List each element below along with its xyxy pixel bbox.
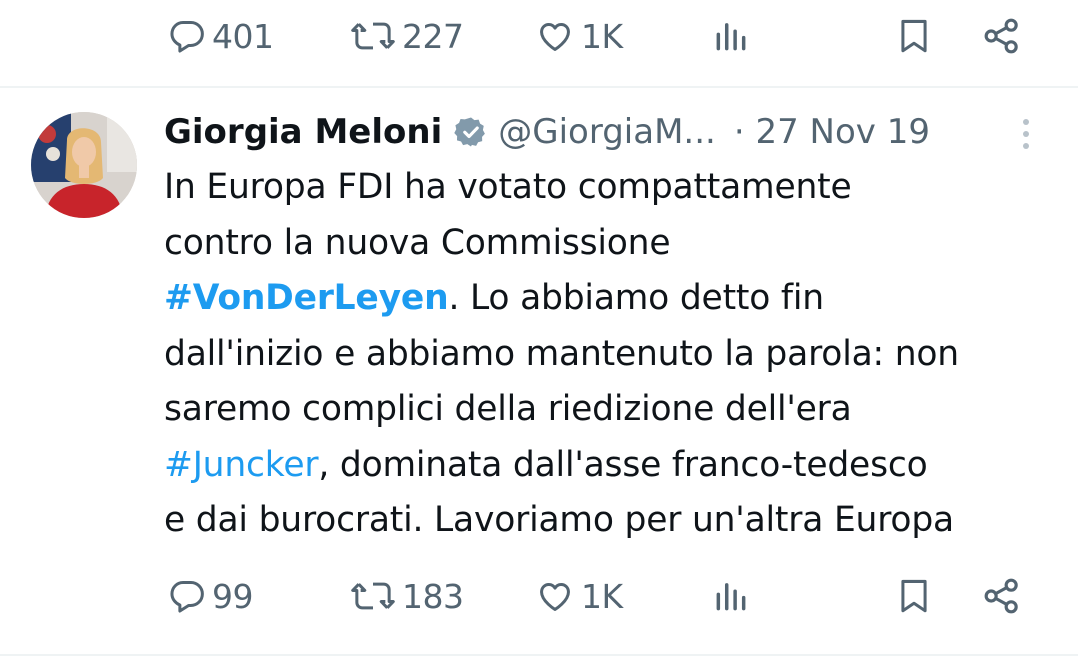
views-button[interactable] — [712, 566, 750, 626]
bookmark-button[interactable] — [895, 6, 933, 66]
analytics-icon — [716, 23, 746, 51]
verified-badge-icon — [454, 117, 486, 147]
tweet-text-line: e dai burocrati. Lavoriamo per un'altra … — [164, 500, 954, 540]
tweet-divider — [0, 654, 1078, 656]
heart-icon — [540, 582, 570, 611]
retweet-button[interactable]: 227 — [350, 6, 464, 66]
share-icon — [984, 578, 1018, 614]
tweet-header: Giorgia Meloni @GiorgiaM... · 27 Nov 19 — [164, 108, 1044, 156]
bookmark-button[interactable] — [895, 566, 933, 626]
reply-count: 99 — [212, 576, 254, 616]
heart-icon — [540, 22, 570, 51]
prev-tweet-action-bar: 401 227 1K — [0, 6, 1078, 66]
tweet-text: In Europa FDI ha votato compattamente co… — [164, 160, 1064, 549]
tweet-text-line: dall'inizio e abbiamo mantenuto la parol… — [164, 333, 959, 374]
avatar[interactable] — [31, 112, 137, 218]
reply-button[interactable]: 401 — [168, 6, 274, 66]
retweet-icon — [351, 582, 395, 610]
tweet-text-line: In Europa FDI ha votato compattamente — [164, 167, 852, 207]
like-count: 1K — [581, 576, 623, 616]
like-button[interactable]: 1K — [535, 6, 623, 66]
share-icon — [984, 18, 1018, 54]
tweet-text-segment: . Lo abbiamo detto fin — [448, 278, 824, 318]
retweet-icon — [351, 22, 395, 50]
tweet-date[interactable]: · 27 Nov 19 — [734, 112, 930, 152]
retweet-count: 227 — [402, 16, 464, 56]
tweet-text-line: saremo complici della riedizione dell'er… — [164, 389, 852, 429]
tweet-text-line: contro la nuova Commissione — [164, 222, 671, 263]
more-button[interactable] — [1014, 114, 1038, 154]
bookmark-icon — [901, 19, 927, 53]
author-handle[interactable]: @GiorgiaM... — [498, 112, 716, 152]
avatar-image — [31, 112, 137, 218]
reply-icon — [170, 581, 204, 613]
reply-count: 401 — [212, 16, 274, 56]
verified-badge — [454, 115, 488, 149]
more-icon — [1023, 119, 1029, 149]
tweet-divider — [0, 86, 1078, 88]
tweet-text-line: #Juncker, dominata dall'asse franco-tede… — [164, 438, 1064, 494]
reply-icon — [170, 21, 204, 53]
share-button[interactable] — [982, 6, 1022, 66]
bookmark-icon — [901, 579, 927, 613]
reply-button[interactable]: 99 — [168, 566, 254, 626]
retweet-button[interactable]: 183 — [350, 566, 464, 626]
share-button[interactable] — [982, 566, 1022, 626]
tweet-action-bar: 99 183 1K — [0, 566, 1078, 626]
hashtag-link[interactable]: #Juncker — [164, 445, 319, 485]
like-count: 1K — [581, 16, 623, 56]
like-button[interactable]: 1K — [535, 566, 623, 626]
retweet-count: 183 — [402, 576, 464, 616]
tweet-text-line: #VonDerLeyen. Lo abbiamo detto fin — [164, 271, 1064, 327]
author-name[interactable]: Giorgia Meloni — [164, 112, 442, 152]
tweet-text-segment: , dominata dall'asse franco-tedesco — [318, 444, 928, 485]
views-button[interactable] — [712, 6, 750, 66]
hashtag-link[interactable]: #VonDerLeyen — [164, 278, 449, 318]
analytics-icon — [716, 583, 746, 611]
